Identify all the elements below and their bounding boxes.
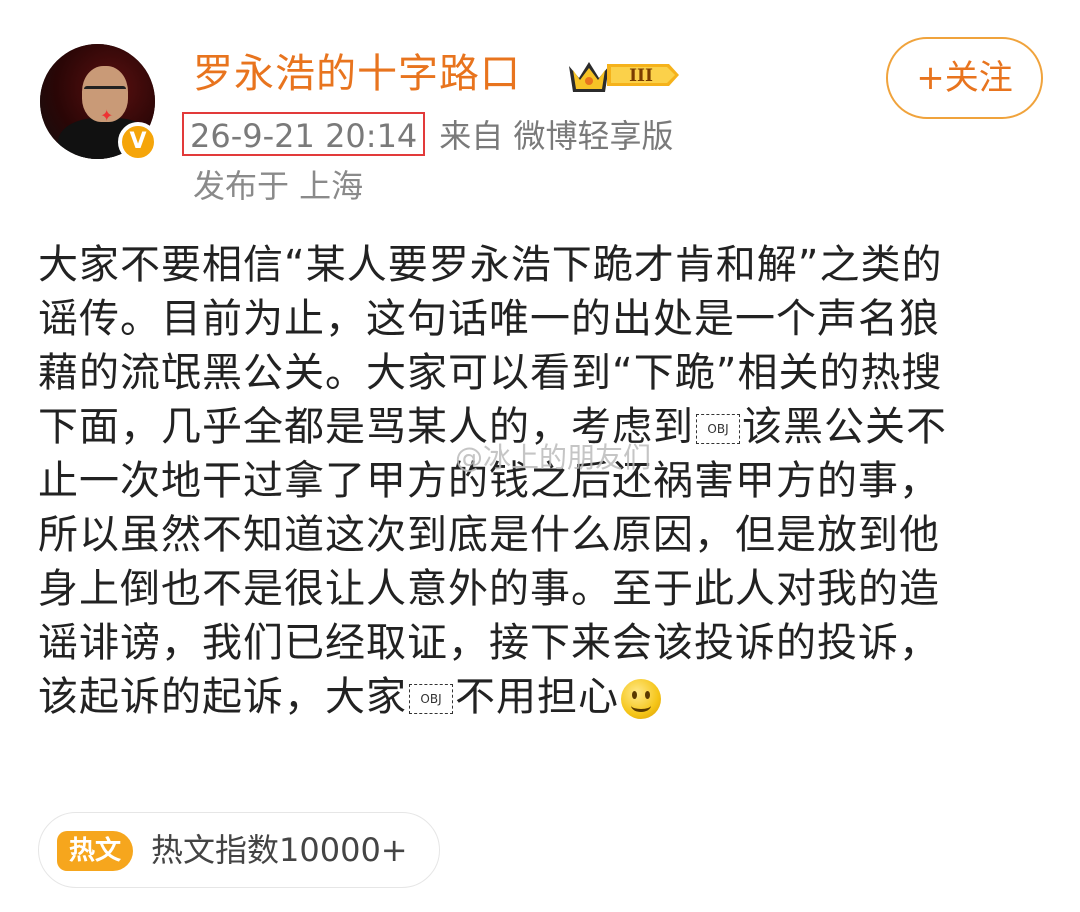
crown-level-icon[interactable]: III — [565, 52, 681, 98]
content-line: 该起诉的起诉，大家 OBJ 不用担心 — [38, 670, 1048, 724]
post-source: 来自 微博轻享版 — [439, 117, 674, 155]
watermark: @冰上的朋友们 — [455, 441, 652, 474]
content-line: 藉的流氓黑公关。大家可以看到“下跪”相关的热搜 — [38, 350, 943, 396]
content-text: 不用担心 — [455, 674, 619, 720]
level-badge-text: III — [629, 66, 653, 86]
content-line: 所以虽然不知道这次到底是什么原因，但是放到他 — [38, 512, 940, 558]
avatar-glasses — [84, 86, 126, 99]
content-line: 身上倒也不是很让人意外的事。至于此人对我的造 — [38, 566, 940, 612]
avatar-logo-icon: ✦ — [100, 106, 114, 125]
content-text: 该起诉的起诉，大家 — [38, 674, 407, 720]
obj-placeholder-icon: OBJ — [409, 684, 453, 714]
hot-index-pill[interactable]: 热文 热文指数10000+ — [38, 812, 440, 888]
content-text: 该黑公关不 — [742, 404, 947, 450]
content-line: 谣传。目前为止，这句话唯一的出处是一个声名狼 — [38, 296, 940, 342]
verified-v-icon: V — [118, 122, 158, 162]
hot-index-text: 热文指数10000+ — [151, 831, 408, 869]
post-location: 发布于 上海 — [193, 167, 364, 205]
hot-tag-badge: 热文 — [57, 831, 133, 871]
smiley-emoji-icon — [621, 679, 661, 719]
content-line: 大家不要相信“某人要罗永浩下跪才肯和解”之类的 — [38, 242, 943, 288]
username[interactable]: 罗永浩的十字路口 — [193, 48, 521, 100]
post-content: 大家不要相信“某人要罗永浩下跪才肯和解”之类的 谣传。目前为止，这句话唯一的出处… — [38, 238, 1048, 724]
post-timestamp[interactable]: 26-9-21 20:14 — [182, 112, 426, 156]
post-meta: 26-9-21 20:14 来自 微博轻享版 — [182, 112, 673, 160]
content-line: 谣诽谤，我们已经取证，接下来会该投诉的投诉， — [38, 620, 940, 666]
obj-placeholder-icon: OBJ — [696, 414, 740, 444]
follow-button[interactable]: +关注 — [886, 37, 1043, 119]
